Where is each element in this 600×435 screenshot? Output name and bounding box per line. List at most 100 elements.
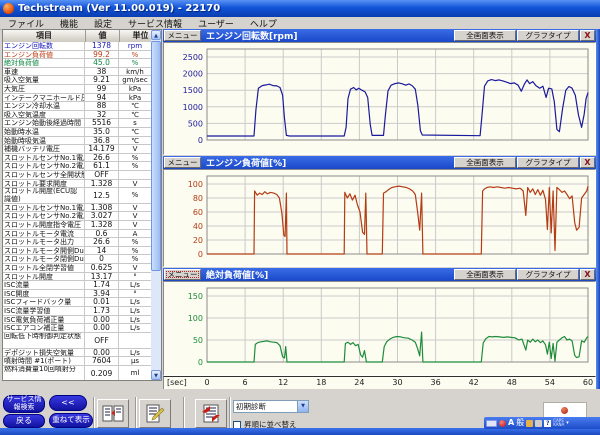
row-label: 回転低下時制御判定状態 [3, 333, 85, 348]
row-value: 14 [85, 247, 119, 255]
row-unit: V [119, 145, 151, 153]
chart-close-button[interactable]: X [580, 30, 595, 41]
table-row[interactable]: インテークマニホールド圧94kPa [3, 94, 151, 103]
title-bar[interactable]: Techstream (Ver 11.00.019) - 22170 [0, 0, 600, 17]
table-row[interactable]: スロットルセンサNo.2電圧3.027V [3, 212, 151, 221]
ime-input-mode[interactable]: A [508, 419, 514, 427]
ime-help-icon[interactable]: ? [544, 420, 551, 427]
scrollbar-thumb[interactable] [151, 41, 161, 271]
table-row[interactable]: ISC流量1.74L/s [3, 281, 151, 290]
row-unit: V [119, 221, 151, 229]
row-value: OFF [85, 171, 119, 179]
table-row[interactable]: スロットルモータ電流0.6A [3, 230, 151, 239]
table-row[interactable]: 燃料消費量10回噴射分0.209ml [3, 366, 151, 380]
scroll-down-button[interactable]: ▼ [151, 370, 161, 380]
table-row[interactable]: エンジン冷却水温88℃ [3, 102, 151, 111]
table-row[interactable]: スロットルセンサNo.2電圧比61.1% [3, 162, 151, 171]
ime-pad-icon[interactable] [535, 420, 542, 427]
table-row[interactable]: 回転低下時制御判定状態OFF [3, 333, 151, 349]
sort-order-button[interactable] [195, 399, 227, 428]
row-value: 0.209 [85, 366, 119, 380]
ime-tools-icon[interactable] [526, 420, 533, 427]
dropdown-arrow-icon[interactable]: ▼ [297, 401, 308, 412]
graph-type-button[interactable]: グラフタイプ [517, 269, 579, 280]
table-row[interactable]: ISC流量学習値1.73L/s [3, 307, 151, 316]
table-row[interactable]: 噴射時間 #1(ポート)7604μs [3, 357, 151, 366]
app-icon [3, 3, 14, 14]
diagnosis-mode-select[interactable]: 初期診断 ▼ [233, 400, 309, 413]
menu-item-4[interactable]: ユーザー [190, 17, 242, 30]
table-row[interactable]: 大気圧99kPa [3, 85, 151, 94]
row-label: ISCエアコン補正量 [3, 324, 85, 332]
row-value: 1.73 [85, 307, 119, 315]
menu-item-0[interactable]: ファイル [0, 17, 52, 30]
rpm-chart-plot: 05001000150020002500 [163, 42, 596, 155]
table-row[interactable]: スロットル全閉学習値0.625V [3, 264, 151, 273]
table-row[interactable]: エンジン始動後経過時間5516s [3, 119, 151, 128]
table-row[interactable]: ISCフィードバック量0.01L/s [3, 298, 151, 307]
row-value: 45.0 [85, 59, 119, 67]
row-unit: L/s [119, 316, 151, 324]
menu-item-5[interactable]: ヘルプ [242, 17, 285, 30]
row-value: 1.328 [85, 180, 119, 188]
back-nav-button[interactable]: << [49, 395, 87, 411]
row-value: 38 [85, 68, 119, 76]
fullscreen-button[interactable]: 全画面表示 [454, 157, 516, 168]
table-row[interactable]: スロットルモータ開側Duty比14% [3, 247, 151, 256]
row-unit: % [119, 238, 151, 246]
split-view-button[interactable] [97, 399, 129, 428]
table-row[interactable]: デポジット損失空気量0.00L/s [3, 349, 151, 358]
table-row[interactable]: 車速38km/h [3, 68, 151, 77]
svg-text:2000: 2000 [183, 70, 203, 79]
row-unit: kPa [119, 94, 151, 102]
svg-text:100: 100 [188, 180, 203, 189]
chart-menu-button[interactable]: メニュー [164, 269, 201, 280]
table-row[interactable]: スロットルセンサ全開状態OFF [3, 171, 151, 180]
table-scrollbar[interactable]: ▲ ▼ [151, 30, 161, 380]
keyboard-icon[interactable] [486, 420, 497, 427]
table-row[interactable]: 吸入空気温度32℃ [3, 111, 151, 120]
chart-menu-button[interactable]: メニュー [164, 157, 201, 168]
table-row[interactable]: エンジン負荷値99.2% [3, 51, 151, 60]
table-row[interactable]: スロットルセンサNo.1電圧1.308V [3, 204, 151, 213]
table-row[interactable]: 吸入空気量9.21gm/sec [3, 76, 151, 85]
window-title: Techstream (Ver 11.00.019) - 22170 [18, 3, 220, 14]
table-row[interactable]: ISCエアコン補正量0.00L/s [3, 324, 151, 333]
table-row[interactable]: エンジン回転数1378rpm [3, 42, 151, 51]
ime-conversion-mode[interactable]: 般 [516, 419, 524, 427]
table-row[interactable]: ISC電気負荷補正量0.00L/s [3, 316, 151, 325]
row-value: 0 [85, 255, 119, 263]
return-button[interactable]: 戻る [3, 414, 45, 428]
menu-item-2[interactable]: 設定 [86, 17, 120, 30]
table-row[interactable]: スロットル開度(ECU認識値)12.5% [3, 188, 151, 204]
table-row[interactable]: スロットル開度13.17° [3, 273, 151, 282]
graph-type-button[interactable]: グラフタイプ [517, 157, 579, 168]
row-value: 0.00 [85, 316, 119, 324]
ime-minimize-icon[interactable]: ▾ [566, 420, 569, 426]
table-row[interactable]: 始動時水温35.0℃ [3, 128, 151, 137]
table-row[interactable]: スロットル開度指令電圧1.328V [3, 221, 151, 230]
table-row[interactable]: スロットルセンサNo.1電圧比26.6% [3, 154, 151, 163]
row-unit: s [119, 119, 151, 127]
table-row[interactable]: ISC開度3.94° [3, 290, 151, 299]
chart-close-button[interactable]: X [580, 157, 595, 168]
overlay-display-button[interactable]: 重ねて表示 [49, 413, 93, 428]
ime-orb-icon[interactable] [499, 420, 506, 427]
fullscreen-button[interactable]: 全画面表示 [454, 30, 516, 41]
menu-item-3[interactable]: サービス情報 [120, 17, 190, 30]
chart-menu-button[interactable]: メニュー [164, 30, 201, 41]
report-edit-button[interactable] [139, 399, 171, 428]
scroll-up-button[interactable]: ▲ [151, 30, 161, 40]
chart-close-button[interactable]: X [580, 269, 595, 280]
table-row[interactable]: スロットル要求開度1.328V [3, 180, 151, 189]
table-row[interactable]: 絶対負荷値45.0% [3, 59, 151, 68]
fullscreen-button[interactable]: 全画面表示 [454, 269, 516, 280]
table-row[interactable]: スロットルモータ出力26.6% [3, 238, 151, 247]
table-row[interactable]: 始動時吸気温36.8℃ [3, 137, 151, 146]
table-row[interactable]: 補機バッテリ電圧14.179V [3, 145, 151, 154]
service-info-search-button[interactable]: サービス情報検索 [3, 395, 45, 413]
menu-item-1[interactable]: 機能 [52, 17, 86, 30]
graph-type-button[interactable]: グラフタイプ [517, 30, 579, 41]
row-value: 0.00 [85, 349, 119, 357]
table-row[interactable]: スロットルモータ閉側Duty比0% [3, 255, 151, 264]
